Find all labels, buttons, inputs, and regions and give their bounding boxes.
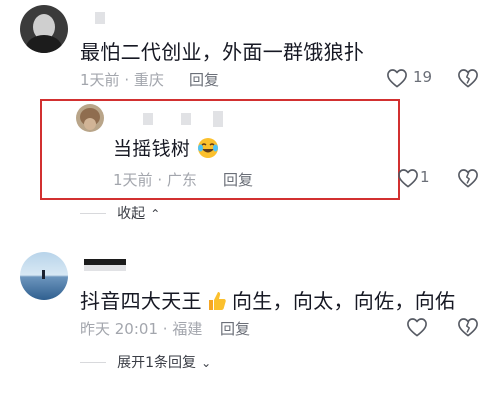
- username-redacted: [143, 113, 153, 125]
- reply-location: 广东: [166, 171, 197, 189]
- comment-text-row: 抖音四大天王 向生，向太，向佐，向佑: [80, 285, 455, 314]
- thumbs-up-emoji: [208, 292, 226, 310]
- expand-replies-button[interactable]: 展开1条回复 ⌄: [80, 352, 211, 372]
- dislike-icon[interactable]: [457, 317, 479, 337]
- reply-text: 当摇钱树: [113, 138, 191, 160]
- laughing-crying-emoji: [198, 138, 219, 158]
- like-button[interactable]: 1: [397, 167, 437, 189]
- reply-avatar[interactable]: [76, 104, 104, 132]
- username-redacted: [84, 265, 126, 271]
- separator: ·: [124, 71, 130, 89]
- like-count: 1: [420, 168, 430, 186]
- comment-location: 重庆: [133, 71, 164, 89]
- username-redacted: [95, 12, 105, 24]
- divider: [80, 213, 106, 214]
- comment-text: 抖音四大天王: [80, 289, 202, 313]
- comment-time: 昨天 20:01: [80, 320, 158, 338]
- chevron-up-icon: ⌃: [150, 207, 161, 221]
- divider: [80, 362, 106, 363]
- heart-icon: [387, 69, 407, 88]
- dislike-icon[interactable]: [457, 168, 479, 188]
- like-button[interactable]: 19: [386, 67, 446, 89]
- reply-button[interactable]: 回复: [220, 318, 250, 339]
- avatar[interactable]: [20, 252, 68, 300]
- reply-meta: 1天前 · 广东: [113, 169, 197, 190]
- comment-time: 1天前: [80, 71, 120, 89]
- separator: ·: [157, 171, 163, 189]
- username-redacted: [181, 113, 191, 125]
- reply-time: 1天前: [113, 171, 153, 189]
- heart-icon: [398, 169, 418, 188]
- collapse-button[interactable]: 收起 ⌃: [80, 203, 160, 223]
- comment-meta: 昨天 20:01 · 福建: [80, 318, 202, 339]
- comment-meta: 1天前 · 重庆: [80, 69, 164, 90]
- dislike-icon[interactable]: [457, 68, 479, 88]
- comment-location: 福建: [172, 320, 203, 338]
- reply-button[interactable]: 回复: [223, 169, 253, 190]
- chevron-down-icon: ⌄: [201, 356, 212, 370]
- separator: ·: [162, 320, 168, 338]
- avatar[interactable]: [20, 5, 68, 53]
- like-count: 19: [413, 68, 433, 86]
- username-redacted: [213, 111, 223, 127]
- collapse-label: 收起: [117, 206, 146, 222]
- comment-text-after: 向生，向太，向佐，向佑: [232, 289, 456, 313]
- comment-text: 最怕二代创业，外面一群饿狼扑: [80, 40, 365, 64]
- reply-text-row: 当摇钱树: [113, 134, 219, 161]
- expand-replies-label: 展开1条回复: [117, 355, 197, 371]
- heart-icon[interactable]: [406, 317, 428, 337]
- reply-button[interactable]: 回复: [189, 69, 219, 90]
